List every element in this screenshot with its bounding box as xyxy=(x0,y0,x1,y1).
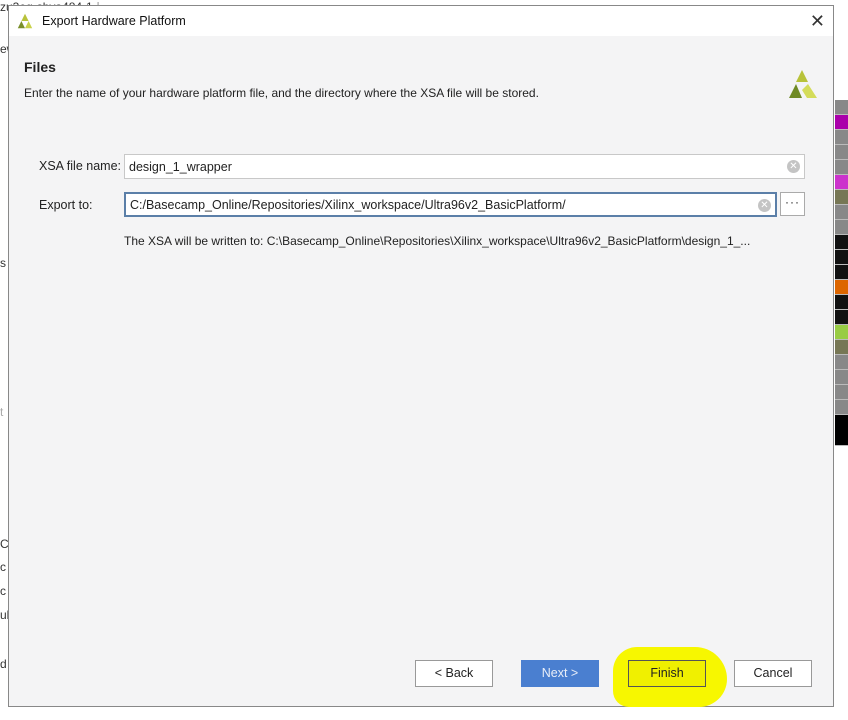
vivado-logo-icon xyxy=(17,13,33,29)
browse-button[interactable]: ··· xyxy=(780,192,805,216)
close-icon[interactable]: ✕ xyxy=(810,11,825,32)
export-to-input[interactable]: C:/Basecamp_Online/Repositories/Xilinx_w… xyxy=(124,192,777,217)
title-bar: Export Hardware Platform ✕ xyxy=(9,6,833,36)
xsa-output-path-info: The XSA will be written to: C:\Basecamp_… xyxy=(124,234,751,248)
wizard-header: Files Enter the name of your hardware pl… xyxy=(9,36,833,121)
export-to-value: C:/Basecamp_Online/Repositories/Xilinx_w… xyxy=(130,197,566,212)
background-fragment: c xyxy=(0,560,6,574)
page-description: Enter the name of your hardware platform… xyxy=(24,86,539,100)
xsa-file-name-input[interactable]: design_1_wrapper ✕ xyxy=(124,154,805,179)
back-button[interactable]: < Back xyxy=(415,660,493,687)
background-fragment: s xyxy=(0,256,6,270)
background-fragment: t xyxy=(0,405,4,419)
dialog-title: Export Hardware Platform xyxy=(42,14,186,28)
xsa-file-name-label: XSA file name: xyxy=(39,159,121,173)
export-hardware-platform-dialog: Export Hardware Platform ✕ Files Enter t… xyxy=(8,5,834,707)
cancel-button[interactable]: Cancel xyxy=(734,660,812,687)
clear-icon[interactable]: ✕ xyxy=(758,199,771,212)
background-fragment: d xyxy=(0,657,7,671)
export-to-label: Export to: xyxy=(39,198,93,212)
background-fragment: c xyxy=(0,584,6,598)
page-title: Files xyxy=(24,59,56,75)
xilinx-logo-icon xyxy=(789,70,817,98)
xsa-file-name-value: design_1_wrapper xyxy=(129,159,232,174)
background-diagram-strip xyxy=(835,100,848,446)
clear-icon[interactable]: ✕ xyxy=(787,160,800,173)
finish-button[interactable]: Finish xyxy=(628,660,706,687)
next-button[interactable]: Next > xyxy=(521,660,599,687)
